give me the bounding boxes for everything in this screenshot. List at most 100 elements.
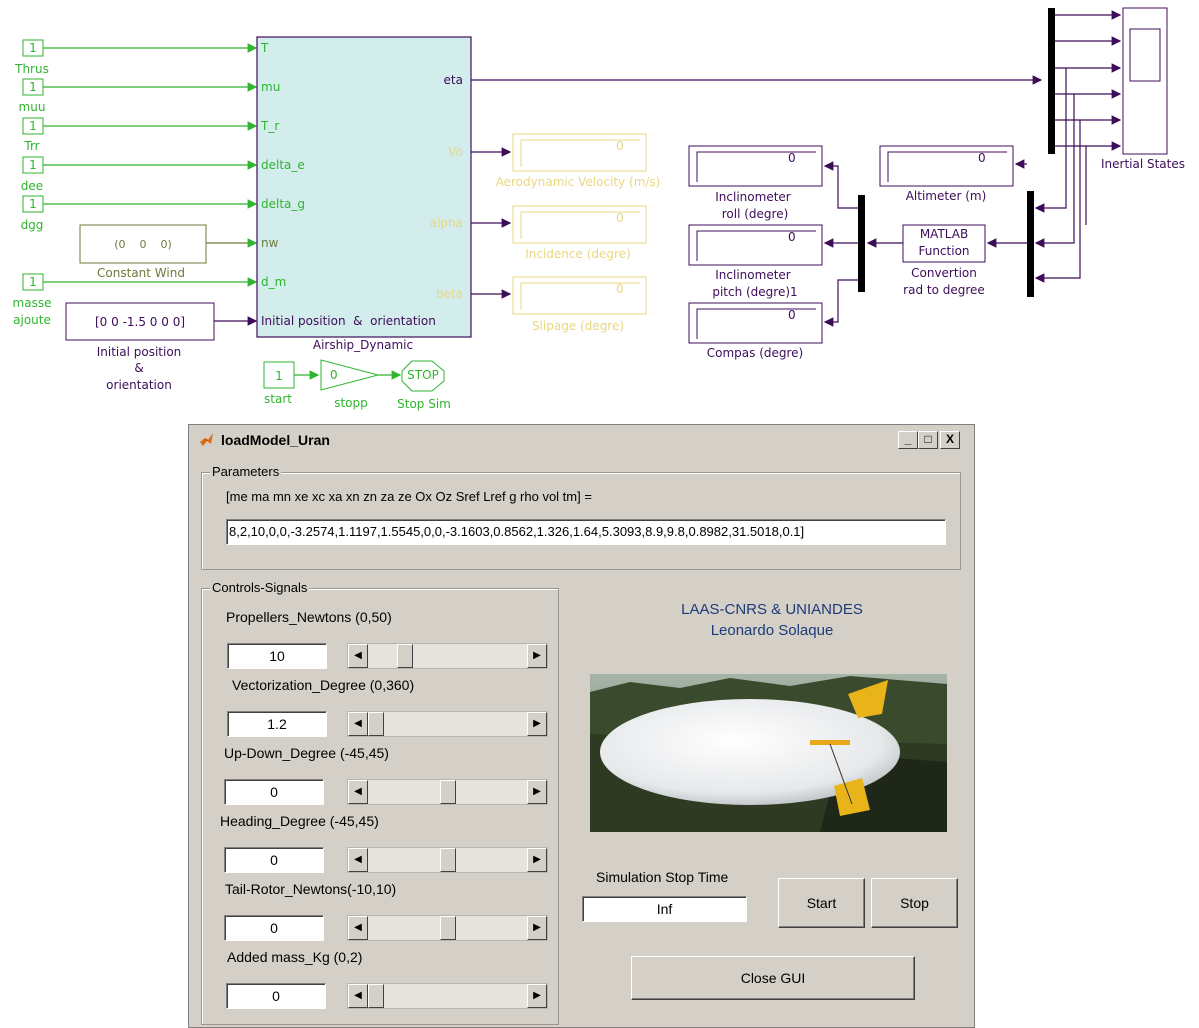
svg-text:Inclinometer: Inclinometer bbox=[715, 268, 791, 282]
close-button[interactable]: X bbox=[940, 431, 960, 449]
parameters-input[interactable]: 8,2,10,0,0,-3.2574,1.1197,1.5545,0,0,-3.… bbox=[226, 519, 946, 545]
slider-left-arrow-icon[interactable]: ◀ bbox=[348, 916, 368, 940]
svg-text:1: 1 bbox=[29, 119, 37, 133]
control-label: Tail-Rotor_Newtons(-10,10) bbox=[225, 881, 397, 897]
constant-wind-block[interactable]: (0 0 0) Constant Wind bbox=[79, 224, 207, 280]
svg-text:Initial position & orientati: Initial position & orientation bbox=[261, 314, 436, 328]
svg-text:Thrus: Thrus bbox=[14, 62, 49, 76]
svg-text:Stop Sim: Stop Sim bbox=[397, 397, 451, 411]
svg-text:roll (degre): roll (degre) bbox=[722, 207, 789, 221]
svg-text:0: 0 bbox=[788, 230, 796, 244]
svg-text:rad to degree: rad to degree bbox=[903, 283, 985, 297]
svg-text:masse: masse bbox=[13, 296, 52, 310]
slider-right-arrow-icon[interactable]: ▶ bbox=[527, 644, 547, 668]
title-bar[interactable]: loadModel_Uran _ □ X bbox=[191, 427, 972, 453]
slider-right-arrow-icon[interactable]: ▶ bbox=[527, 712, 547, 736]
slider-right-arrow-icon[interactable]: ▶ bbox=[527, 780, 547, 804]
svg-text:Compas (degre): Compas (degre) bbox=[707, 346, 803, 360]
constant-trr[interactable]: 1 Trr bbox=[22, 117, 44, 153]
slider-thumb[interactable] bbox=[368, 712, 384, 736]
slider-thumb[interactable] bbox=[368, 984, 384, 1008]
credits-line2: Leonardo Solaque bbox=[710, 622, 834, 639]
control-label: Heading_Degree (-45,45) bbox=[220, 813, 379, 829]
control-slider[interactable]: ◀ ▶ bbox=[347, 983, 548, 1009]
svg-text:1: 1 bbox=[29, 41, 37, 55]
slider-left-arrow-icon[interactable]: ◀ bbox=[348, 644, 368, 668]
svg-text:d_m: d_m bbox=[261, 275, 286, 289]
control-value-input[interactable]: 0 bbox=[224, 779, 324, 805]
control-slider[interactable]: ◀ ▶ bbox=[347, 915, 548, 941]
airship-dynamic-block[interactable]: T mu T_r delta_e delta_g nw d_m Initial … bbox=[256, 36, 472, 352]
initial-position-block[interactable]: [0 0 -1.5 0 0 0] Initial position & orie… bbox=[65, 302, 215, 392]
svg-text:delta_g: delta_g bbox=[261, 197, 305, 211]
svg-text:beta: beta bbox=[436, 287, 463, 301]
svg-text:Function: Function bbox=[918, 244, 969, 258]
slider-left-arrow-icon[interactable]: ◀ bbox=[348, 712, 368, 736]
control-value-input[interactable]: 1.2 bbox=[227, 711, 327, 737]
display-compas: 0 Compas (degre) bbox=[688, 302, 823, 360]
svg-text:1: 1 bbox=[29, 158, 37, 172]
svg-text:Inertial States: Inertial States bbox=[1101, 157, 1185, 171]
svg-text:ajoute: ajoute bbox=[13, 313, 51, 327]
stop-sim-block[interactable]: STOP Stop Sim bbox=[397, 360, 451, 411]
start-constant[interactable]: 1 start bbox=[263, 361, 295, 406]
constant-thrus[interactable]: 1 Thrus bbox=[14, 39, 49, 76]
slider-thumb[interactable] bbox=[440, 780, 456, 804]
svg-text:0: 0 bbox=[616, 211, 624, 225]
svg-text:start: start bbox=[264, 392, 292, 406]
svg-text:Inclinometer: Inclinometer bbox=[715, 190, 791, 204]
control-slider[interactable]: ◀ ▶ bbox=[347, 643, 548, 669]
control-slider[interactable]: ◀ ▶ bbox=[347, 711, 548, 737]
control-slider[interactable]: ◀ ▶ bbox=[347, 779, 548, 805]
minimize-button[interactable]: _ bbox=[898, 431, 918, 449]
control-label: Propellers_Newtons (0,50) bbox=[226, 609, 392, 625]
controls-group-title: Controls-Signals bbox=[210, 580, 310, 595]
svg-text:alpha: alpha bbox=[430, 216, 463, 230]
svg-text:[0 0 -1.5 0 0 0]: [0 0 -1.5 0 0 0] bbox=[95, 315, 185, 329]
slider-thumb[interactable] bbox=[397, 644, 413, 668]
svg-text:Constant Wind: Constant Wind bbox=[97, 266, 185, 280]
stop-time-input[interactable]: Inf bbox=[582, 896, 747, 922]
svg-text:STOP: STOP bbox=[407, 368, 439, 382]
display-aerodynamic-velocity: 0 Aerodynamic Velocity (m/s) bbox=[496, 133, 660, 189]
slider-right-arrow-icon[interactable]: ▶ bbox=[527, 916, 547, 940]
svg-text:eta: eta bbox=[444, 73, 463, 87]
svg-text:pitch (degre)1: pitch (degre)1 bbox=[712, 285, 797, 299]
stop-button[interactable]: Stop bbox=[871, 878, 958, 928]
slider-right-arrow-icon[interactable]: ▶ bbox=[527, 848, 547, 872]
control-slider[interactable]: ◀ ▶ bbox=[347, 847, 548, 873]
control-value-input[interactable]: 0 bbox=[224, 915, 324, 941]
slider-thumb[interactable] bbox=[440, 848, 456, 872]
start-button[interactable]: Start bbox=[778, 878, 865, 928]
mux-bar-lower bbox=[1027, 191, 1034, 297]
airship-photo bbox=[590, 674, 947, 832]
svg-text:1: 1 bbox=[275, 369, 283, 383]
slider-left-arrow-icon[interactable]: ◀ bbox=[348, 780, 368, 804]
constant-dee[interactable]: 1 dee bbox=[21, 156, 44, 193]
svg-text:&: & bbox=[134, 361, 143, 375]
control-value-input[interactable]: 0 bbox=[226, 983, 326, 1009]
close-gui-button[interactable]: Close GUI bbox=[631, 956, 915, 1000]
mux-bar-upper bbox=[1048, 8, 1055, 154]
slider-left-arrow-icon[interactable]: ◀ bbox=[348, 984, 368, 1008]
slider-right-arrow-icon[interactable]: ▶ bbox=[527, 984, 547, 1008]
parameters-group: Parameters [me ma mn xe xc xa xn zn za z… bbox=[201, 464, 961, 570]
svg-text:T_r: T_r bbox=[260, 119, 279, 133]
svg-text:Incidence (degre): Incidence (degre) bbox=[525, 247, 631, 261]
control-label: Up-Down_Degree (-45,45) bbox=[224, 745, 389, 761]
svg-text:Convertion: Convertion bbox=[911, 266, 977, 280]
svg-text:Vo: Vo bbox=[448, 145, 463, 159]
control-value-input[interactable]: 10 bbox=[227, 643, 327, 669]
stopp-gain[interactable]: 0 stopp bbox=[320, 359, 380, 410]
control-value-input[interactable]: 0 bbox=[224, 847, 324, 873]
control-label: Added mass_Kg (0,2) bbox=[227, 949, 363, 965]
slider-left-arrow-icon[interactable]: ◀ bbox=[348, 848, 368, 872]
svg-text:0: 0 bbox=[616, 282, 624, 296]
matlab-function-block[interactable]: MATLAB Function Convertion rad to degree bbox=[902, 224, 986, 297]
controls-signals-group: Controls-Signals Propellers_Newtons (0,5… bbox=[201, 580, 559, 1025]
slider-thumb[interactable] bbox=[440, 916, 456, 940]
svg-text:1: 1 bbox=[29, 275, 37, 289]
maximize-button[interactable]: □ bbox=[918, 431, 938, 449]
constant-dgg[interactable]: 1 dgg bbox=[21, 195, 44, 232]
constant-muu[interactable]: 1 muu bbox=[19, 78, 46, 114]
